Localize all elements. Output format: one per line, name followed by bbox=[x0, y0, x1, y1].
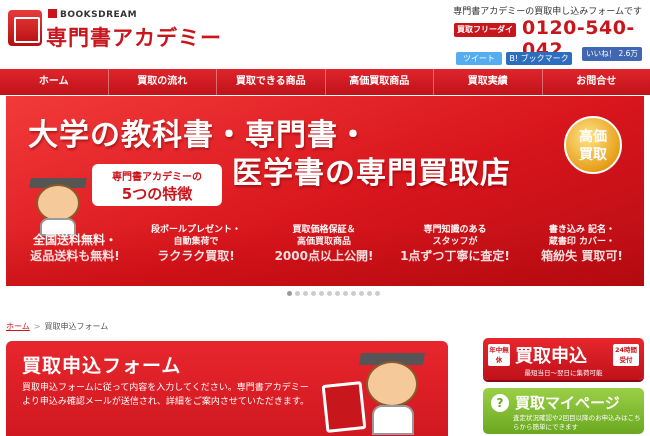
carousel-dot[interactable] bbox=[295, 291, 300, 296]
main-nav: ホーム 買取の流れ 買取できる商品 高価買取商品 買取実績 お問合せ bbox=[0, 69, 650, 95]
carousel-dot[interactable] bbox=[327, 291, 332, 296]
nav-item-products[interactable]: 買取できる商品 bbox=[217, 69, 326, 95]
site-header: BOOKSDREAM 専門書アカデミー 専門書アカデミーの買取申し込みフォームで… bbox=[0, 0, 650, 76]
brand-mark-icon bbox=[48, 9, 57, 18]
carousel-dot[interactable] bbox=[303, 291, 308, 296]
hero-banner[interactable]: 大学の教科書・専門書・ 医学書の専門買取店 高価 買取 専門書アカデミーの 5つ… bbox=[6, 96, 644, 286]
mypage-button-sub: 査定状況確認や2回目以降のお申込みはこちらから簡単にできます bbox=[513, 414, 641, 431]
feature-text: 書き込み 記名・ bbox=[548, 225, 616, 235]
mascot-icon bbox=[29, 174, 87, 236]
facebook-like-button[interactable]: いいね！ 2.6万 bbox=[582, 47, 642, 61]
mascot-with-book-icon bbox=[321, 349, 434, 436]
nav-item-flow[interactable]: 買取の流れ bbox=[109, 69, 217, 95]
feature-item: 段ボールプレゼント・ 自動集荷で ラクラク買取! bbox=[138, 224, 254, 264]
feature-text: 全国送料無料・ bbox=[32, 233, 117, 247]
feature-text: スタッフが bbox=[432, 237, 478, 247]
features-label: 専門書アカデミーの 5つの特徴 bbox=[92, 164, 222, 206]
high-price-badge: 高価 買取 bbox=[564, 116, 622, 174]
carousel-dot[interactable] bbox=[351, 291, 356, 296]
book-logo-icon[interactable] bbox=[8, 10, 42, 46]
form-intro-panel: 買取申込フォーム 買取申込フォームに従って内容を入力してください。専門書アカデミ… bbox=[6, 341, 448, 436]
feature-item: 書き込み 記名・ 蔵書印 カバー・ 箱紛失 買取可! bbox=[526, 224, 638, 264]
feature-list: 全国送料無料・ 返品送料も無料! 段ボールプレゼント・ 自動集荷で ラクラク買取… bbox=[6, 218, 644, 282]
badge-line-1: 高価 bbox=[579, 129, 607, 145]
carousel-dot[interactable] bbox=[335, 291, 340, 296]
hatena-bookmark-button[interactable]: B! ブックマーク 20 bbox=[506, 52, 572, 76]
feature-item: 買取価格保証＆ 高価買取商品 2000点以上公開! bbox=[262, 224, 386, 264]
feature-text: 返品送料も無料! bbox=[30, 249, 120, 263]
feature-text: 箱紛失 買取可! bbox=[541, 249, 623, 263]
question-icon: ? bbox=[491, 394, 509, 412]
brand-name[interactable]: 専門書アカデミー bbox=[46, 22, 222, 52]
phone-label: 買取フリーダイヤル bbox=[454, 23, 516, 48]
breadcrumb-current: 買取申込フォーム bbox=[44, 322, 109, 331]
feature-text: 専門知識のある bbox=[423, 225, 487, 235]
carousel-dot[interactable] bbox=[375, 291, 380, 296]
apply-button[interactable]: 年中無休 買取申込 24時間受付 最短当日〜翌日に集荷可能 bbox=[483, 338, 644, 380]
breadcrumb-home-link[interactable]: ホーム bbox=[6, 322, 30, 331]
nav-item-contact[interactable]: お問合せ bbox=[543, 69, 650, 95]
feature-text: 2000点以上公開! bbox=[274, 249, 374, 263]
form-description: 買取申込フォームに従って内容を入力してください。専門書アカデミーより申込み確認メ… bbox=[22, 383, 310, 407]
breadcrumb-separator: > bbox=[33, 322, 41, 331]
features-label-line-2: 5つの特徴 bbox=[121, 185, 193, 203]
form-title: 買取申込フォーム bbox=[22, 355, 182, 377]
carousel-dot[interactable] bbox=[359, 291, 364, 296]
feature-item: 専門知識のある スタッフが 1点ずつ丁寧に査定! bbox=[390, 224, 520, 264]
feature-text: 自動集荷で bbox=[173, 237, 219, 247]
nav-item-home[interactable]: ホーム bbox=[0, 69, 109, 95]
apply-button-sub: 最短当日〜翌日に集荷可能 bbox=[524, 369, 603, 377]
feature-text: 段ボールプレゼント・ bbox=[150, 225, 241, 235]
nav-item-high-price[interactable]: 高価買取商品 bbox=[326, 69, 434, 95]
mypage-button[interactable]: ? 買取マイページ 査定状況確認や2回目以降のお申込みはこちらから簡単にできます bbox=[483, 388, 644, 434]
tweet-button[interactable]: ツイート bbox=[456, 52, 502, 65]
apply-button-label: 買取申込 bbox=[515, 346, 587, 367]
breadcrumb: ホーム > 買取申込フォーム bbox=[6, 321, 108, 332]
carousel-dot[interactable] bbox=[287, 291, 292, 296]
feature-text: 買取価格保証＆ bbox=[292, 225, 356, 235]
mypage-button-label: 買取マイページ bbox=[515, 394, 620, 412]
feature-text: 高価買取商品 bbox=[296, 237, 351, 247]
brand-small-label: BOOKSDREAM bbox=[48, 9, 137, 20]
badge-line-2: 買取 bbox=[579, 147, 607, 163]
header-tagline: 専門書アカデミーの買取申し込みフォームです bbox=[453, 7, 642, 17]
open-every-day-tag: 年中無休 bbox=[488, 344, 510, 366]
hero-headline-2: 医学書の専門買取店 bbox=[232, 156, 511, 191]
carousel-dots bbox=[287, 291, 380, 296]
feature-item: 全国送料無料・ 返品送料も無料! bbox=[20, 232, 130, 264]
carousel-dot[interactable] bbox=[311, 291, 316, 296]
feature-text: 蔵書印 カバー・ bbox=[548, 237, 616, 247]
nav-item-results[interactable]: 買取実績 bbox=[434, 69, 543, 95]
carousel-dot[interactable] bbox=[319, 291, 324, 296]
carousel-dot[interactable] bbox=[343, 291, 348, 296]
brand-small-text: BOOKSDREAM bbox=[60, 10, 138, 20]
features-label-line-1: 専門書アカデミーの bbox=[112, 172, 202, 183]
feature-text: 1点ずつ丁寧に査定! bbox=[400, 249, 510, 263]
24h-tag: 24時間受付 bbox=[613, 344, 639, 366]
feature-text: ラクラク買取! bbox=[157, 249, 235, 263]
carousel-dot[interactable] bbox=[367, 291, 372, 296]
